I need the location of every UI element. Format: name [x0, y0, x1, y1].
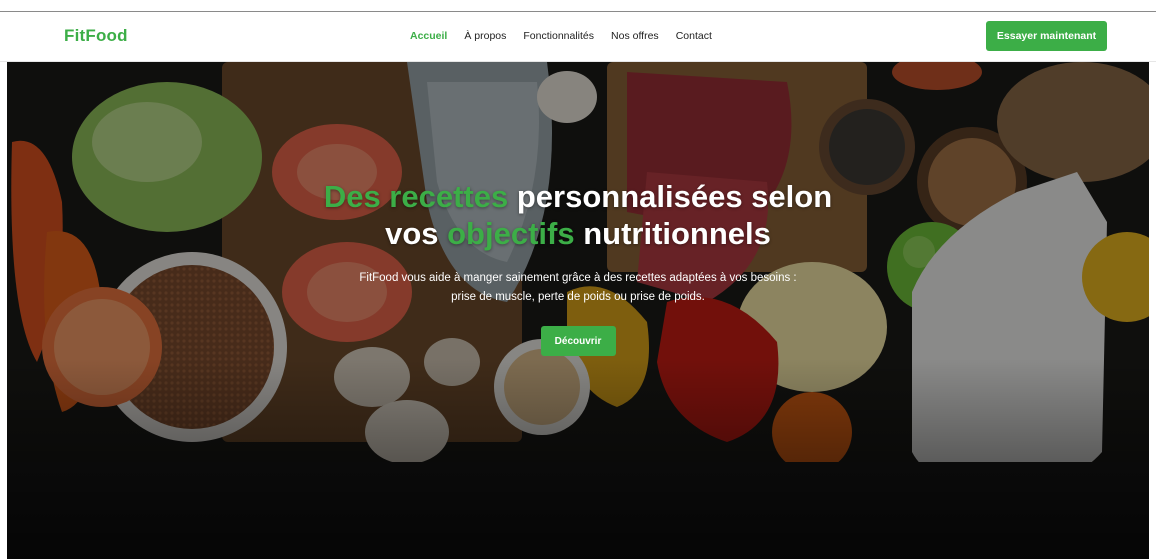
hero-content: Des recettes personnalisées selon vos ob… — [7, 178, 1149, 356]
nav-link-nos-offres[interactable]: Nos offres — [611, 30, 659, 42]
nav-link-contact[interactable]: Contact — [676, 30, 712, 42]
hero-title-highlight-2: objectifs — [447, 216, 575, 251]
hero-subtitle-line-2: prise de muscle, perte de poids ou prise… — [451, 291, 705, 303]
hero-title: Des recettes personnalisées selon vos ob… — [318, 178, 838, 252]
discover-button[interactable]: Découvrir — [540, 326, 616, 356]
nav-link-a-propos[interactable]: À propos — [464, 30, 506, 42]
hero-subtitle-line-1: FitFood vous aide à manger sainement grâ… — [359, 272, 797, 284]
browser-top-strip — [0, 0, 1156, 11]
hero-section: Des recettes personnalisées selon vos ob… — [7, 62, 1149, 559]
try-now-button[interactable]: Essayer maintenant — [986, 21, 1107, 51]
nav-link-fonctionnalites[interactable]: Fonctionnalités — [523, 30, 594, 42]
hero-title-part-4: nutritionnels — [574, 216, 771, 251]
brand-logo[interactable]: FitFood — [64, 26, 128, 46]
hero-bottom-gradient — [7, 359, 1149, 559]
nav-link-accueil[interactable]: Accueil — [410, 30, 447, 42]
hero-title-highlight-1: Des recettes — [323, 179, 509, 214]
nav-links: Accueil À propos Fonctionnalités Nos off… — [410, 30, 729, 42]
navbar: FitFood Accueil À propos Fonctionnalités… — [0, 12, 1156, 62]
hero-subtitle: FitFood vous aide à manger sainement grâ… — [328, 269, 828, 307]
